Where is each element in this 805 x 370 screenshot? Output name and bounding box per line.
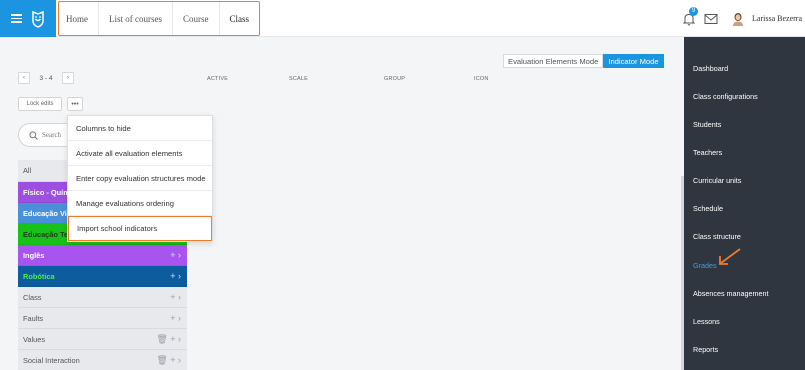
list-item-label: Faults bbox=[23, 313, 44, 323]
row-actions[interactable]: + › bbox=[170, 313, 181, 323]
sidebar-item-students[interactable]: Students bbox=[693, 120, 721, 129]
column-header-scale: SCALE bbox=[289, 76, 309, 82]
page-range: 3 - 4 bbox=[39, 74, 53, 82]
notifications-button[interactable]: 9 bbox=[682, 6, 699, 26]
list-item-label: Values bbox=[23, 334, 46, 344]
sidebar-item-dashboard[interactable]: Dashboard bbox=[693, 64, 728, 73]
list-item-label: Robótica bbox=[23, 271, 55, 281]
mail-icon[interactable] bbox=[704, 13, 718, 25]
sidebar-item-grades[interactable]: Grades bbox=[693, 261, 717, 270]
list-item[interactable]: Robótica + › bbox=[18, 266, 187, 287]
user-name[interactable]: Larissa Bezerra bbox=[752, 14, 802, 23]
row-actions[interactable]: + › bbox=[170, 271, 181, 281]
menu-toggle-icon[interactable] bbox=[10, 14, 22, 23]
menu-item-manage-ordering[interactable]: Manage evaluations ordering bbox=[68, 191, 212, 216]
row-actions[interactable]: + › bbox=[170, 250, 181, 260]
breadcrumb-home[interactable]: Home bbox=[59, 2, 99, 35]
search-icon bbox=[29, 130, 38, 140]
column-header-active: ACTIVE bbox=[207, 76, 229, 82]
list-item-label: Inglês bbox=[23, 250, 45, 260]
list-item[interactable]: Faults + › bbox=[18, 308, 187, 329]
header-actions: 9 Larissa Bezerra bbox=[682, 0, 805, 37]
brand-area bbox=[0, 0, 56, 37]
row-actions[interactable]: + › bbox=[170, 292, 181, 302]
lock-edits-button[interactable]: Lock edits bbox=[18, 97, 62, 111]
prev-page-button[interactable]: ‹ bbox=[18, 72, 30, 84]
avatar[interactable] bbox=[732, 12, 744, 26]
sidebar-item-class-structure[interactable]: Class structure bbox=[693, 232, 741, 241]
logo-icon[interactable] bbox=[30, 10, 46, 28]
more-options-button[interactable]: ••• bbox=[67, 97, 83, 111]
list-item-label: Class bbox=[23, 292, 42, 302]
more-options-menu: Columns to hide Activate all evaluation … bbox=[67, 115, 213, 242]
indicator-mode-button[interactable]: Indicator Mode bbox=[603, 54, 664, 68]
row-actions[interactable]: 🗑 + › bbox=[156, 355, 181, 366]
list-item[interactable]: Values 🗑 + › bbox=[18, 329, 187, 350]
sidebar-item-teachers[interactable]: Teachers bbox=[693, 148, 722, 157]
breadcrumb-class[interactable]: Class bbox=[220, 2, 260, 35]
mode-toggle: Evaluation Elements Mode Indicator Mode bbox=[503, 54, 664, 68]
sidebar-item-absences-management[interactable]: Absences management bbox=[693, 289, 769, 298]
breadcrumb: Home List of courses Course Class bbox=[58, 1, 261, 36]
list-item[interactable]: Class + › bbox=[18, 287, 187, 308]
menu-item-activate-all[interactable]: Activate all evaluation elements bbox=[68, 141, 212, 166]
row-actions[interactable]: 🗑 + › bbox=[156, 334, 181, 345]
menu-item-copy-structures[interactable]: Enter copy evaluation structures mode bbox=[68, 166, 212, 191]
pager: ‹ 3 - 4 › bbox=[18, 72, 74, 84]
breadcrumb-course[interactable]: Course bbox=[173, 2, 220, 35]
notification-badge: 9 bbox=[689, 6, 699, 16]
sidebar-item-reports[interactable]: Reports bbox=[693, 345, 718, 354]
sidebar-item-class-configurations[interactable]: Class configurations bbox=[693, 92, 758, 101]
breadcrumb-list-of-courses[interactable]: List of courses bbox=[99, 2, 173, 35]
menu-item-columns-to-hide[interactable]: Columns to hide bbox=[68, 116, 212, 141]
list-item[interactable]: Inglês + › bbox=[18, 245, 187, 266]
menu-item-import-school-indicators[interactable]: Import school indicators bbox=[68, 216, 212, 241]
list-item[interactable]: Social Interaction 🗑 + › bbox=[18, 350, 187, 370]
sidebar-item-lessons[interactable]: Lessons bbox=[693, 317, 720, 326]
sidebar-item-curricular-units[interactable]: Curricular units bbox=[693, 176, 741, 185]
pointer-arrow-icon bbox=[719, 248, 741, 265]
list-item-label: All bbox=[23, 166, 32, 175]
sidebar-item-schedule[interactable]: Schedule bbox=[693, 204, 723, 213]
list-item-label: Social Interaction bbox=[23, 355, 80, 365]
column-header-icon: ICON bbox=[474, 76, 489, 82]
next-page-button[interactable]: › bbox=[62, 72, 74, 84]
sidebar: Dashboard Class configurations Students … bbox=[684, 37, 805, 370]
evaluation-elements-mode-button[interactable]: Evaluation Elements Mode bbox=[503, 54, 604, 68]
column-header-group: GROUP bbox=[384, 76, 406, 82]
top-bar: Home List of courses Course Class 9 Lari… bbox=[0, 0, 805, 37]
